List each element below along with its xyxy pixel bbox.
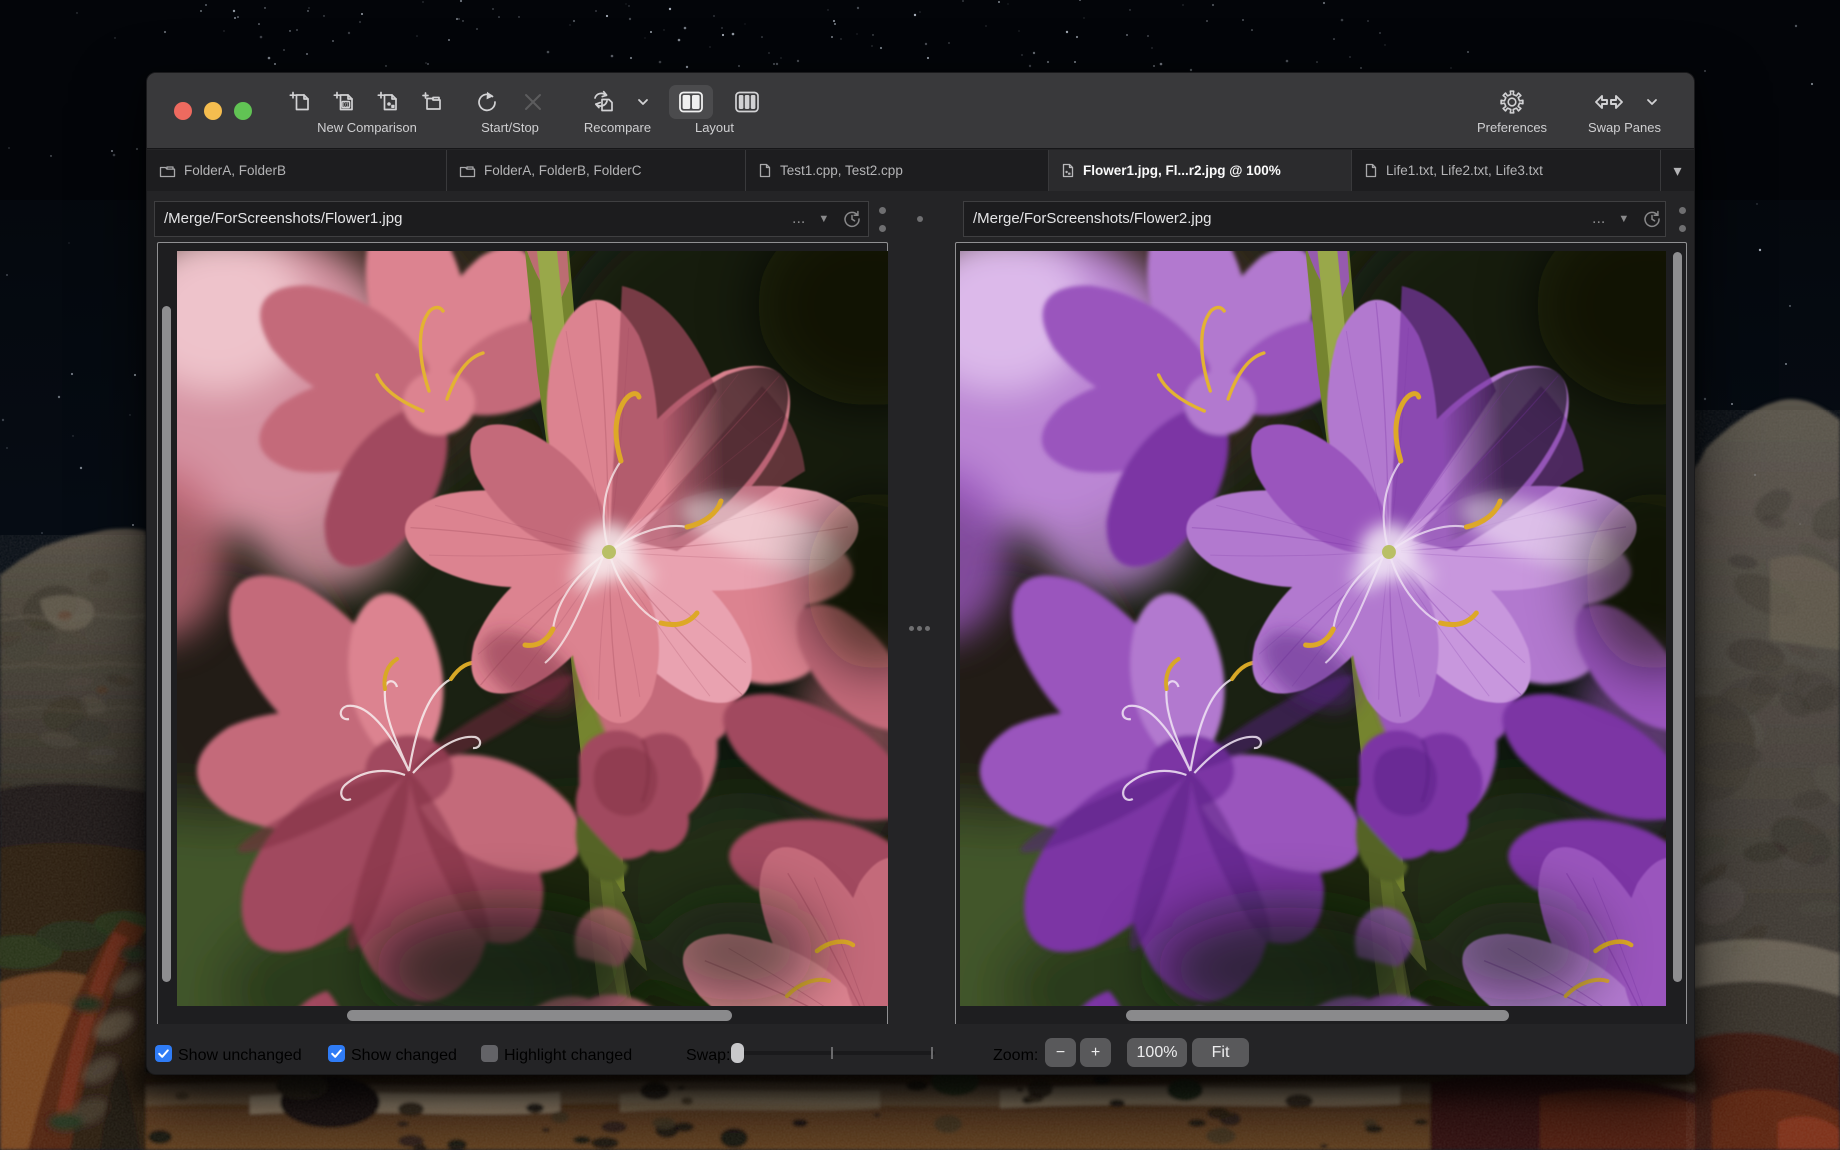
svg-text:01: 01 (343, 102, 349, 108)
